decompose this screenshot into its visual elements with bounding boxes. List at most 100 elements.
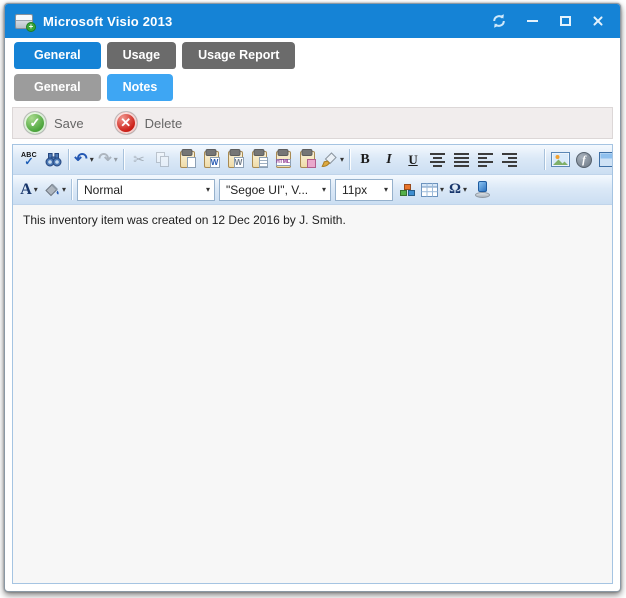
image-icon: [551, 152, 570, 167]
cut-button[interactable]: ✂: [127, 148, 151, 172]
toolbar-separator: [544, 149, 545, 170]
app-window: + Microsoft Visio 2013 General Usage Usa…: [4, 3, 621, 592]
undo-button[interactable]: ↶ ▾: [72, 148, 96, 172]
table-icon: [421, 183, 438, 197]
align-justify-button[interactable]: [449, 148, 473, 172]
maximize-button[interactable]: [555, 11, 575, 31]
editor-toolbar-row1: ABC✓ ↶ ▾ ↷ ▾: [13, 145, 612, 175]
toolbar-separator: [71, 179, 72, 200]
font-family-value: "Segoe UI", V...: [226, 183, 308, 197]
align-right-icon: [502, 153, 517, 167]
align-right-button[interactable]: [497, 148, 521, 172]
close-icon: [592, 15, 604, 27]
snippet-blocks-icon: [400, 184, 415, 196]
save-check-icon: ✓: [23, 111, 47, 135]
subtab-general[interactable]: General: [14, 74, 101, 101]
refresh-icon: [491, 13, 507, 29]
font-size-combobox[interactable]: 11px ▾: [335, 179, 393, 201]
font-family-combobox[interactable]: "Segoe UI", V... ▾: [219, 179, 331, 201]
bold-button[interactable]: B: [353, 148, 377, 172]
tab-usage[interactable]: Usage: [107, 42, 177, 69]
table-dropdown-arrow: ▾: [440, 186, 444, 194]
insert-flash-button[interactable]: f: [572, 148, 596, 172]
media-clipped-icon: [599, 152, 613, 167]
paste-as-html-button[interactable]: HTML: [271, 148, 295, 172]
align-left-button[interactable]: [473, 148, 497, 172]
save-label: Save: [54, 116, 84, 131]
insert-table-button[interactable]: ▾: [419, 178, 446, 202]
toolbar-separator: [349, 149, 350, 170]
paste-from-word-icon: W: [204, 151, 219, 168]
paint-bucket-icon: [43, 182, 60, 197]
format-brush-icon: [321, 152, 338, 168]
format-stripper-dropdown-arrow: ▾: [340, 156, 344, 164]
symbol-dropdown-arrow: ▾: [463, 186, 467, 194]
delete-label: Delete: [145, 116, 183, 131]
bold-icon: B: [360, 152, 369, 168]
tab-usage-report[interactable]: Usage Report: [182, 42, 295, 69]
omega-icon: Ω: [449, 182, 461, 197]
align-left-icon: [478, 153, 493, 167]
refresh-button[interactable]: [489, 11, 509, 31]
paragraph-style-value: Normal: [84, 183, 123, 197]
paste-plain-text-button[interactable]: [247, 148, 271, 172]
plus-badge-icon: +: [26, 22, 36, 32]
window-controls: [489, 11, 608, 31]
paste-button[interactable]: [175, 148, 199, 172]
font-color-button[interactable]: A ▾: [17, 178, 41, 202]
align-center-icon: [430, 153, 445, 167]
paste-icon: [180, 151, 195, 168]
format-stripper-button[interactable]: ▾: [319, 148, 346, 172]
paste-as-html-icon: HTML: [276, 151, 291, 168]
secondary-tab-strip: General Notes: [14, 74, 620, 101]
save-button[interactable]: ✓ Save: [23, 111, 84, 135]
insert-media-button[interactable]: [596, 148, 612, 172]
flash-icon: f: [576, 152, 592, 168]
font-family-dropdown-arrow: ▾: [316, 186, 326, 194]
align-center-button[interactable]: [425, 148, 449, 172]
redo-button[interactable]: ↷ ▾: [96, 148, 120, 172]
insert-symbol-button[interactable]: Ω ▾: [446, 178, 470, 202]
background-color-button[interactable]: ▾: [41, 178, 68, 202]
window-title: Microsoft Visio 2013: [43, 14, 172, 29]
editor-content-area[interactable]: This inventory item was created on 12 De…: [13, 205, 612, 583]
copy-button[interactable]: [151, 148, 175, 172]
primary-tab-strip: General Usage Usage Report: [14, 42, 620, 69]
align-justify-icon: [454, 153, 469, 167]
paragraph-style-combobox[interactable]: Normal ▾: [77, 179, 215, 201]
undo-dropdown-arrow: ▾: [90, 156, 94, 164]
insert-snippet-button[interactable]: [395, 178, 419, 202]
font-color-icon: A: [20, 182, 32, 198]
subtab-notes[interactable]: Notes: [107, 74, 174, 101]
underline-button[interactable]: U: [401, 148, 425, 172]
paragraph-style-dropdown-arrow: ▾: [200, 186, 210, 194]
media-object-icon: [474, 181, 491, 198]
note-text: This inventory item was created on 12 De…: [23, 213, 346, 227]
cut-icon: ✂: [133, 151, 145, 168]
spellcheck-button[interactable]: ABC✓: [17, 148, 41, 172]
paste-from-word-clean-icon: W: [228, 151, 243, 168]
toolbar-separator: [123, 149, 124, 170]
undo-icon: ↶: [74, 152, 87, 168]
font-size-dropdown-arrow: ▾: [378, 186, 388, 194]
font-color-dropdown-arrow: ▾: [34, 186, 38, 194]
app-icon: +: [15, 14, 33, 29]
binoculars-icon: [45, 153, 62, 167]
insert-image-button[interactable]: [548, 148, 572, 172]
background-color-dropdown-arrow: ▾: [62, 186, 66, 194]
delete-button[interactable]: ✕ Delete: [114, 111, 183, 135]
maximize-icon: [560, 16, 571, 26]
paste-from-word-button[interactable]: W: [199, 148, 223, 172]
find-button[interactable]: [41, 148, 65, 172]
delete-cross-icon: ✕: [114, 111, 138, 135]
close-button[interactable]: [588, 11, 608, 31]
italic-button[interactable]: I: [377, 148, 401, 172]
insert-media-object-button[interactable]: [470, 178, 494, 202]
font-size-value: 11px: [342, 183, 367, 197]
minimize-button[interactable]: [522, 11, 542, 31]
spellcheck-icon: ABC✓: [21, 152, 37, 168]
paste-special-button[interactable]: [295, 148, 319, 172]
paste-from-word-clean-button[interactable]: W: [223, 148, 247, 172]
tab-general[interactable]: General: [14, 42, 101, 69]
title-bar: + Microsoft Visio 2013: [5, 4, 620, 38]
